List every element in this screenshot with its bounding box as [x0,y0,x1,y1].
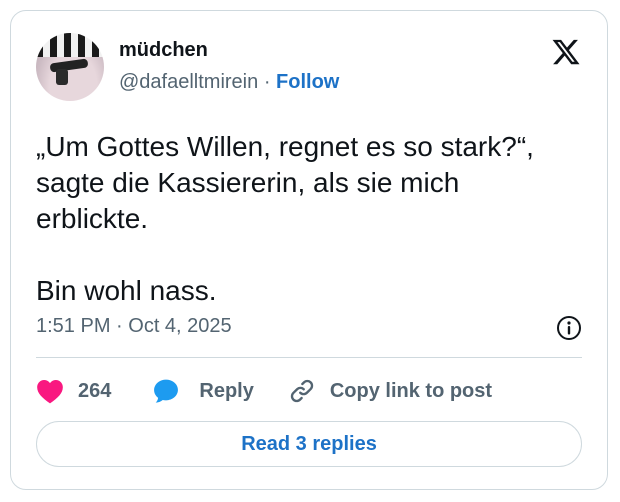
author-display-name[interactable]: müdchen [119,39,208,62]
x-logo-icon[interactable] [550,37,582,67]
reply-label: Reply [199,379,254,402]
like-count: 264 [78,379,112,402]
copy-link-label: Copy link to post [329,379,493,402]
reply-button[interactable]: Reply [153,378,254,404]
author-handle[interactable]: @dafaelltmirein [119,71,258,93]
post-text: „Um Gottes Willen, regnet es so stark?“,… [36,131,534,306]
author-handle-row: @dafaelltmirein · Follow [119,71,339,94]
action-bar: 264 Reply Copy link to post [36,373,492,409]
avatar[interactable] [36,33,104,101]
embedded-post-card: müdchen @dafaelltmirein · Follow „Um Got… [10,10,608,490]
divider [36,357,582,358]
like-button[interactable]: 264 [36,378,111,404]
avatar-detail-2 [56,69,68,85]
speech-bubble-icon [154,379,179,403]
handle-separator: · [263,71,271,93]
copy-link-button[interactable]: Copy link to post [288,377,492,405]
link-icon [290,379,313,403]
read-replies-button[interactable]: Read 3 replies [36,421,582,467]
follow-link[interactable]: Follow [276,71,339,93]
info-icon[interactable] [556,315,582,341]
heart-icon [37,380,63,404]
post-timestamp[interactable]: 1:51 PM · Oct 4, 2025 [36,315,232,338]
